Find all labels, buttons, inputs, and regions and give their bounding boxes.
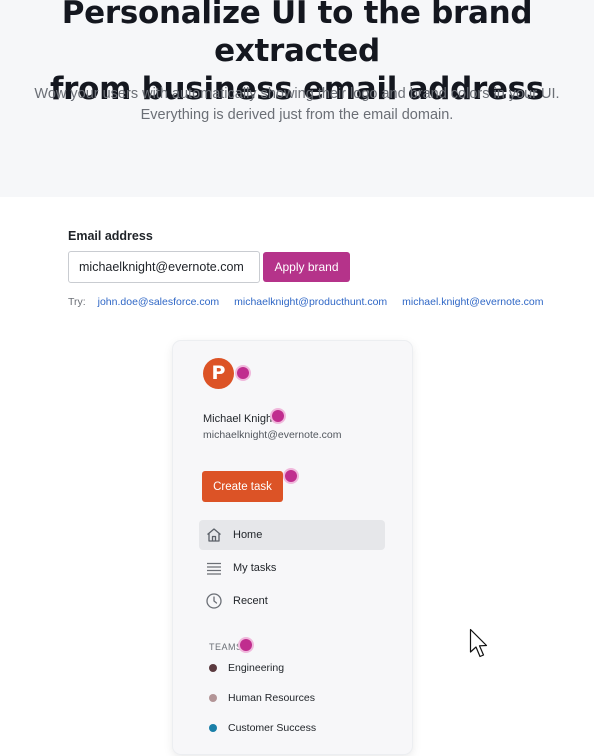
teams-header: TEAMS <box>209 642 243 652</box>
team-item-customer-success[interactable]: Customer Success <box>209 719 316 737</box>
home-icon <box>207 528 221 542</box>
user-name: Michael Knight <box>203 413 276 425</box>
team-item-engineering[interactable]: Engineering <box>209 659 284 677</box>
user-email: michaelknight@evernote.com <box>203 429 342 441</box>
nav-label-home: Home <box>233 529 263 541</box>
team-label: Human Resources <box>228 692 315 704</box>
brand-logo: P <box>203 358 234 389</box>
email-input[interactable] <box>68 251 260 283</box>
nav-label-my-tasks: My tasks <box>233 562 277 574</box>
list-icon <box>207 562 221 575</box>
suggestion-link-producthunt[interactable]: michaelknight@producthunt.com <box>234 296 387 308</box>
try-suggestions: Try: john.doe@salesforce.com michaelknig… <box>68 296 556 308</box>
apply-brand-button[interactable]: Apply brand <box>263 252 350 282</box>
brand-preview-panel: P Michael Knight michaelknight@evernote.… <box>173 341 412 754</box>
highlight-dot-user <box>272 410 284 422</box>
team-item-human-resources[interactable]: Human Resources <box>209 689 315 707</box>
team-color-dot <box>209 724 217 732</box>
highlight-dot-logo <box>237 367 249 379</box>
create-task-button[interactable]: Create task <box>202 471 283 502</box>
nav-item-recent[interactable]: Recent <box>199 586 385 616</box>
highlight-dot-button <box>285 470 297 482</box>
clock-icon <box>206 593 222 609</box>
nav-item-home[interactable]: Home <box>199 520 385 550</box>
team-color-dot <box>209 664 217 672</box>
page-subtitle: Wow your users with automatically showin… <box>34 86 560 123</box>
team-label: Engineering <box>228 662 285 674</box>
try-label: Try: <box>68 296 86 308</box>
nav-item-my-tasks[interactable]: My tasks <box>199 553 385 583</box>
mouse-pointer-icon <box>469 628 488 658</box>
team-label: Customer Success <box>228 722 317 734</box>
suggestion-link-evernote[interactable]: michael.knight@evernote.com <box>402 296 543 308</box>
team-color-dot <box>209 694 217 702</box>
hero-section: Personalize UI to the brand extracted fr… <box>0 0 594 197</box>
suggestion-link-salesforce[interactable]: john.doe@salesforce.com <box>98 296 220 308</box>
email-label: Email address <box>68 229 153 243</box>
nav-label-recent: Recent <box>233 595 268 607</box>
highlight-dot-teams <box>240 639 252 651</box>
